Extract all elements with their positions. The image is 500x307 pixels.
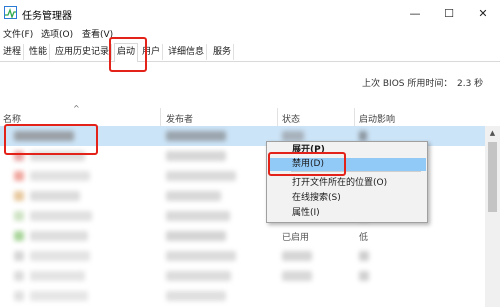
- tab-performance[interactable]: 性能: [27, 44, 51, 60]
- menu-options[interactable]: 选项(O): [41, 27, 73, 43]
- tab-services[interactable]: 服务: [211, 44, 235, 60]
- row-status: 已启用: [282, 233, 310, 243]
- table-row[interactable]: 已启用 低: [0, 226, 485, 246]
- annotation-box-startup-tab: [109, 37, 147, 72]
- minimize-button[interactable]: —: [398, 0, 432, 27]
- annotation-box-selected-row: [4, 124, 98, 155]
- bios-time-value: 2.3 秒: [457, 79, 484, 89]
- scroll-up-arrow-icon[interactable]: ▲: [485, 126, 500, 140]
- maximize-button[interactable]: ☐: [432, 0, 466, 27]
- bios-time-label: 上次 BIOS 所用时间：: [362, 79, 453, 89]
- scroll-thumb[interactable]: [488, 142, 497, 212]
- menu-item-label: 打开文件所在的位置(O): [292, 178, 388, 188]
- table-row[interactable]: [0, 286, 485, 306]
- table-row[interactable]: [0, 246, 485, 266]
- menu-item-label: 属性(I): [292, 208, 320, 218]
- menu-file[interactable]: 文件(F): [3, 27, 33, 43]
- title-bar: 任务管理器 — ☐ ✕: [0, 0, 500, 27]
- column-status[interactable]: 状态: [282, 112, 300, 125]
- table-row[interactable]: [0, 266, 485, 286]
- column-divider[interactable]: [277, 108, 278, 126]
- column-impact[interactable]: 启动影响: [359, 112, 395, 125]
- column-publisher[interactable]: 发布者: [166, 112, 193, 125]
- task-manager-icon: [4, 6, 17, 19]
- menu-item-properties[interactable]: 属性(I): [268, 207, 426, 220]
- row-impact: 低: [359, 233, 369, 243]
- column-divider[interactable]: [354, 108, 355, 126]
- menu-item-label: 在线搜索(S): [292, 193, 341, 203]
- tab-app-history[interactable]: 应用历史记录: [53, 44, 113, 60]
- tab-details[interactable]: 详细信息: [166, 44, 208, 60]
- tab-processes[interactable]: 进程: [1, 44, 25, 60]
- menu-item-search-online[interactable]: 在线搜索(S): [268, 192, 426, 205]
- sort-up-icon: ^: [73, 104, 80, 113]
- vertical-scrollbar[interactable]: ▲: [485, 126, 500, 307]
- window-title: 任务管理器: [22, 11, 72, 22]
- column-divider[interactable]: [160, 108, 161, 126]
- tab-bar: 进程 性能 应用历史记录 启动 用户 详细信息 服务: [0, 43, 500, 62]
- annotation-box-disable: [268, 152, 346, 176]
- close-button[interactable]: ✕: [466, 0, 500, 27]
- menu-item-open-file-location[interactable]: 打开文件所在的位置(O): [268, 177, 426, 190]
- menu-bar: 文件(F) 选项(O) 查看(V): [0, 27, 500, 43]
